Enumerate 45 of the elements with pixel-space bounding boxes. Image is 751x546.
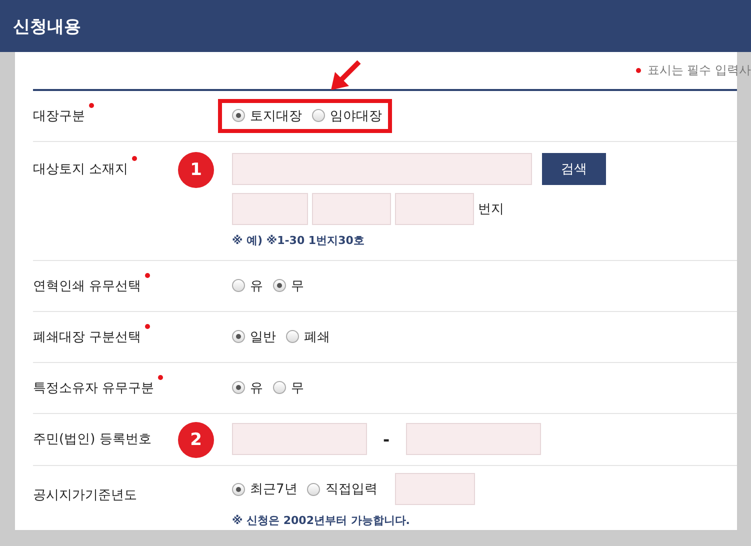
number-badge: 2: [178, 422, 214, 458]
unit-label: 번지: [478, 201, 504, 218]
field-label: 대상토지 소재지: [33, 160, 128, 178]
input-field[interactable]: [232, 423, 367, 456]
option-label: 직접입력: [325, 481, 378, 498]
option-label: 유: [250, 380, 263, 397]
input-field[interactable]: [312, 193, 391, 226]
radio-button[interactable]: [232, 330, 245, 344]
field-label: 폐쇄대장 구분선택: [33, 328, 142, 346]
option-label: 유: [250, 278, 263, 295]
field-label: 특정소유자 유무구분: [33, 380, 154, 397]
separator-text: -: [383, 430, 390, 449]
input-field[interactable]: [395, 193, 474, 226]
year-field[interactable]: [395, 473, 476, 506]
radio-button[interactable]: [312, 109, 325, 122]
option-label: 폐쇄: [304, 328, 330, 346]
option-label: 일반: [250, 328, 276, 346]
radio-button[interactable]: [232, 482, 245, 496]
radio-button[interactable]: [307, 482, 320, 496]
required-dot: [636, 68, 642, 73]
field-label: 공시지가기준년도: [33, 486, 137, 504]
radio-button[interactable]: [232, 279, 245, 292]
radio-button[interactable]: [273, 381, 286, 394]
number-badge: 1: [178, 152, 214, 188]
hint-text: ※ 신청은 2002년부터 가능합니다.: [232, 513, 411, 528]
field-label: 주민(법인) 등록번호: [33, 430, 152, 448]
input-field[interactable]: [232, 193, 308, 226]
input-field[interactable]: [406, 423, 541, 456]
field-label: 연혁인쇄 유무선택: [33, 278, 142, 295]
radio-button[interactable]: [286, 330, 299, 344]
arrow-icon: [329, 58, 363, 92]
option-label: 임야대장: [330, 108, 382, 125]
radio-button[interactable]: [273, 279, 286, 292]
radio-button[interactable]: [232, 381, 245, 394]
field-label: 대장구분: [33, 108, 85, 125]
required-note: 표시는 필수 입력사: [647, 62, 751, 79]
option-label: 무: [291, 278, 304, 295]
hint-text: ※ 예) ※1-30 1번지30호: [232, 233, 366, 248]
radio-button[interactable]: [232, 109, 245, 122]
address-field[interactable]: [232, 153, 532, 186]
option-label: 무: [291, 380, 304, 397]
search-button[interactable]: 검색: [542, 153, 606, 186]
option-label: 토지대장: [250, 108, 302, 125]
option-label: 최근7년: [250, 481, 298, 498]
section-title: 신청내용: [13, 16, 81, 38]
